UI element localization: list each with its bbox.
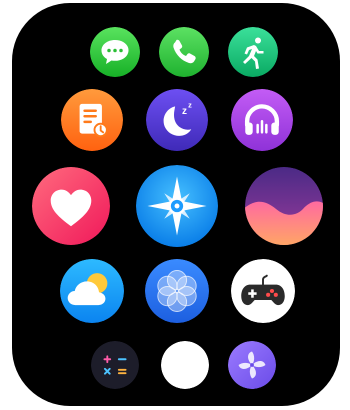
notes-icon <box>61 89 123 151</box>
music-app-button[interactable] <box>231 89 293 151</box>
notes-app-button[interactable] <box>61 89 123 151</box>
watch-screen: z z <box>12 3 340 406</box>
wave-icon <box>245 167 323 245</box>
breathe-app-button[interactable] <box>145 259 209 323</box>
headphones-icon <box>231 89 293 151</box>
svg-text:z: z <box>182 106 187 117</box>
calculator-app-button[interactable] <box>91 341 139 389</box>
heart-rate-app-button[interactable] <box>32 167 110 245</box>
calculator-icon <box>91 341 139 389</box>
compass-app-button[interactable] <box>136 165 218 247</box>
phone-app-button[interactable] <box>159 27 209 77</box>
weather-icon <box>60 259 124 323</box>
sleep-app-button[interactable]: z z <box>146 89 208 151</box>
flower-icon <box>145 259 209 323</box>
pinwheel-icon <box>228 341 276 389</box>
games-app-button[interactable] <box>231 259 295 323</box>
phone-icon <box>159 27 209 77</box>
svg-text:z: z <box>188 101 192 110</box>
pinwheel-app-button[interactable] <box>228 341 276 389</box>
heart-icon <box>32 167 110 245</box>
running-icon <box>228 27 278 77</box>
voice-recorder-icon <box>161 341 209 389</box>
workout-app-button[interactable] <box>228 27 278 77</box>
messages-app-button[interactable] <box>90 27 140 77</box>
stress-app-button[interactable] <box>245 167 323 245</box>
compass-icon <box>136 165 218 247</box>
gamepad-icon <box>231 259 295 323</box>
weather-app-button[interactable] <box>60 259 124 323</box>
voice-recorder-app-button[interactable] <box>161 341 209 389</box>
sleep-icon: z z <box>146 89 208 151</box>
message-icon <box>90 27 140 77</box>
